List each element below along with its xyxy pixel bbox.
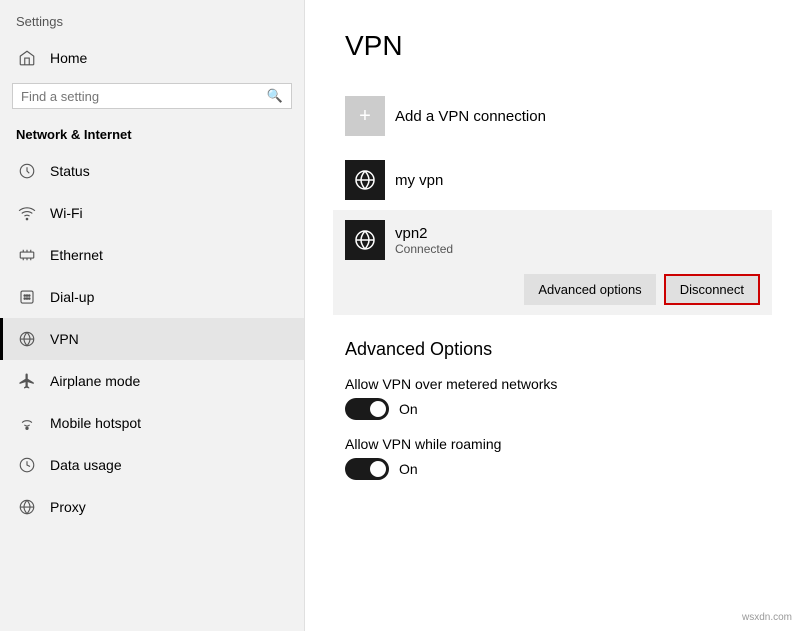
vpn-item-vpn2[interactable]: vpn2 Connected Advanced options Disconne… (333, 210, 772, 315)
sidebar-item-wifi[interactable]: Wi-Fi (0, 192, 304, 234)
hotspot-icon (16, 412, 38, 434)
ethernet-icon (16, 244, 38, 266)
advanced-options-section: Advanced Options Allow VPN over metered … (345, 339, 760, 480)
myvpn-name: my vpn (395, 172, 443, 189)
sidebar-item-status[interactable]: Status (0, 150, 304, 192)
add-vpn-button[interactable]: + Add a VPN connection (345, 86, 760, 146)
roaming-label: Allow VPN while roaming (345, 436, 760, 452)
hotspot-label: Mobile hotspot (50, 415, 141, 431)
metered-toggle[interactable] (345, 398, 389, 420)
sidebar-item-dialup[interactable]: Dial-up (0, 276, 304, 318)
ethernet-label: Ethernet (50, 247, 103, 263)
myvpn-icon (345, 160, 385, 200)
vpn2-info: vpn2 Connected (395, 225, 453, 256)
dialup-label: Dial-up (50, 289, 94, 305)
sidebar-item-hotspot[interactable]: Mobile hotspot (0, 402, 304, 444)
option-metered: Allow VPN over metered networks On (345, 376, 760, 420)
datausage-icon (16, 454, 38, 476)
home-icon (16, 47, 38, 69)
page-title: VPN (345, 30, 760, 62)
roaming-toggle-label: On (399, 461, 418, 477)
vpn2-name: vpn2 (395, 225, 453, 242)
sidebar-item-proxy[interactable]: Proxy (0, 486, 304, 528)
wifi-icon (16, 202, 38, 224)
vpn2-actions: Advanced options Disconnect (345, 270, 760, 305)
vpn-list: + Add a VPN connection my vpn (345, 86, 760, 315)
sidebar: Settings Home 🔍 Network & Internet Statu… (0, 0, 305, 631)
datausage-label: Data usage (50, 457, 122, 473)
myvpn-info: my vpn (395, 172, 443, 189)
sidebar-item-ethernet[interactable]: Ethernet (0, 234, 304, 276)
roaming-toggle[interactable] (345, 458, 389, 480)
vpn-sidebar-label: VPN (50, 331, 79, 347)
dialup-icon (16, 286, 38, 308)
airplane-icon (16, 370, 38, 392)
sidebar-item-vpn[interactable]: VPN (0, 318, 304, 360)
vpn2-row: vpn2 Connected (345, 220, 760, 260)
search-input[interactable] (21, 89, 267, 104)
home-label: Home (50, 50, 87, 66)
metered-toggle-row: On (345, 398, 760, 420)
wifi-label: Wi-Fi (50, 205, 83, 221)
app-title: Settings (0, 0, 304, 37)
roaming-toggle-row: On (345, 458, 760, 480)
section-title: Network & Internet (0, 121, 304, 150)
metered-toggle-label: On (399, 401, 418, 417)
status-label: Status (50, 163, 90, 179)
vpn2-status: Connected (395, 242, 453, 256)
advanced-options-button[interactable]: Advanced options (524, 274, 655, 305)
search-icon: 🔍 (267, 88, 283, 104)
vpn2-icon (345, 220, 385, 260)
option-roaming: Allow VPN while roaming On (345, 436, 760, 480)
add-vpn-label: Add a VPN connection (395, 108, 546, 125)
watermark: wsxdn.com (742, 612, 792, 623)
status-icon (16, 160, 38, 182)
add-vpn-icon: + (345, 96, 385, 136)
sidebar-item-airplane[interactable]: Airplane mode (0, 360, 304, 402)
vpn-item-myvpn[interactable]: my vpn (345, 150, 760, 210)
main-content: VPN + Add a VPN connection my vpn (305, 0, 800, 631)
sidebar-item-home[interactable]: Home (0, 37, 304, 79)
sidebar-item-datausage[interactable]: Data usage (0, 444, 304, 486)
proxy-icon (16, 496, 38, 518)
airplane-label: Airplane mode (50, 373, 140, 389)
disconnect-button[interactable]: Disconnect (664, 274, 760, 305)
advanced-options-title: Advanced Options (345, 339, 760, 360)
vpn-sidebar-icon (16, 328, 38, 350)
metered-label: Allow VPN over metered networks (345, 376, 760, 392)
search-box[interactable]: 🔍 (12, 83, 292, 109)
proxy-label: Proxy (50, 499, 86, 515)
